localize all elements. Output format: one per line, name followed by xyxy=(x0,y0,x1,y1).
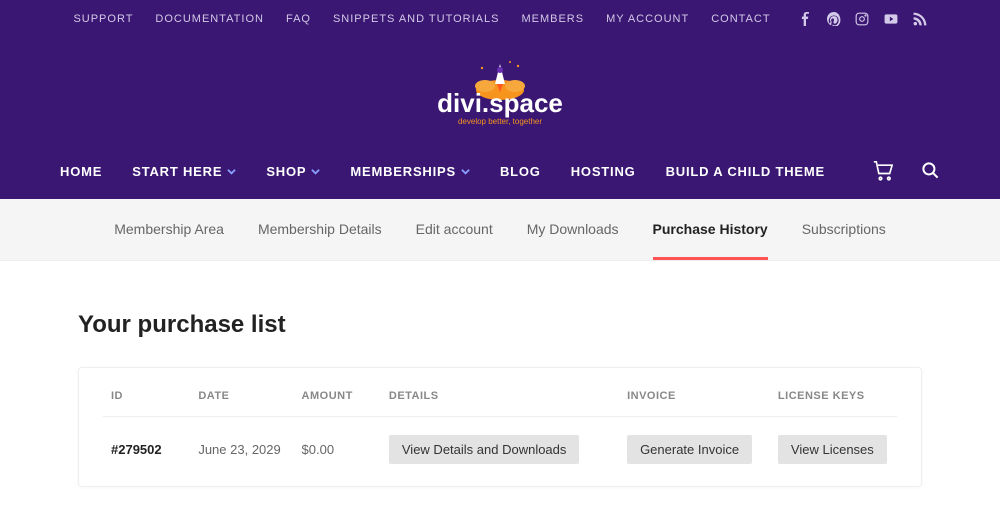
view-details-button[interactable]: View Details and Downloads xyxy=(389,435,580,464)
nav-build-child-theme[interactable]: BUILD A CHILD THEME xyxy=(666,164,825,179)
cell-amount: $0.00 xyxy=(294,417,381,487)
topbar-link-myaccount[interactable]: MY ACCOUNT xyxy=(606,13,689,25)
youtube-icon[interactable] xyxy=(883,12,899,26)
account-tabs: Membership Area Membership Details Edit … xyxy=(0,199,1000,261)
nav-memberships[interactable]: MEMBERSHIPS xyxy=(350,164,470,179)
page-title: Your purchase list xyxy=(78,311,922,339)
cell-invoice: Generate Invoice xyxy=(619,417,770,487)
topbar-link-support[interactable]: SUPPORT xyxy=(73,13,133,25)
cell-details: View Details and Downloads xyxy=(381,417,619,487)
nav-shop[interactable]: SHOP xyxy=(266,164,320,179)
cell-date: June 23, 2029 xyxy=(190,417,293,487)
cell-id: #279502 xyxy=(103,417,190,487)
topbar: SUPPORT DOCUMENTATION FAQ SNIPPETS AND T… xyxy=(0,0,1000,38)
chevron-down-icon xyxy=(461,167,470,176)
cart-icon[interactable] xyxy=(873,161,893,181)
table-header-row: ID DATE AMOUNT DETAILS INVOICE LICENSE K… xyxy=(103,368,897,417)
col-id: ID xyxy=(103,368,190,417)
col-date: DATE xyxy=(190,368,293,417)
instagram-icon[interactable] xyxy=(855,12,869,26)
col-license: LICENSE KEYS xyxy=(770,368,897,417)
nav-label: BUILD A CHILD THEME xyxy=(666,164,825,179)
table-row: #279502 June 23, 2029 $0.00 View Details… xyxy=(103,417,897,487)
logo[interactable]: divi.space develop better, together xyxy=(0,56,1000,145)
tab-membership-details[interactable]: Membership Details xyxy=(258,221,382,260)
social-icons xyxy=(799,12,927,26)
svg-text:divi.space: divi.space xyxy=(437,88,563,118)
tab-membership-area[interactable]: Membership Area xyxy=(114,221,224,260)
tab-my-downloads[interactable]: My Downloads xyxy=(527,221,619,260)
chevron-down-icon xyxy=(227,167,236,176)
search-icon[interactable] xyxy=(921,161,940,181)
nav-label: SHOP xyxy=(266,164,306,179)
view-licenses-button[interactable]: View Licenses xyxy=(778,435,887,464)
purchase-card: ID DATE AMOUNT DETAILS INVOICE LICENSE K… xyxy=(78,367,922,487)
nav-icons xyxy=(873,161,940,181)
rss-icon[interactable] xyxy=(913,12,927,26)
nav-blog[interactable]: BLOG xyxy=(500,164,541,179)
col-details: DETAILS xyxy=(381,368,619,417)
nav-hosting[interactable]: HOSTING xyxy=(571,164,636,179)
nav-start-here[interactable]: START HERE xyxy=(132,164,236,179)
content: Your purchase list ID DATE AMOUNT DETAIL… xyxy=(0,261,1000,527)
nav-label: BLOG xyxy=(500,164,541,179)
mainnav: HOME START HERE SHOP MEMBERSHIPS BLOG HO… xyxy=(0,145,1000,199)
nav-home[interactable]: HOME xyxy=(60,164,102,179)
tab-subscriptions[interactable]: Subscriptions xyxy=(802,221,886,260)
tab-purchase-history[interactable]: Purchase History xyxy=(653,221,768,260)
topbar-link-documentation[interactable]: DOCUMENTATION xyxy=(155,13,264,25)
generate-invoice-button[interactable]: Generate Invoice xyxy=(627,435,752,464)
nav-label: HOSTING xyxy=(571,164,636,179)
nav-label: MEMBERSHIPS xyxy=(350,164,456,179)
col-amount: AMOUNT xyxy=(294,368,381,417)
pinterest-icon[interactable] xyxy=(827,12,841,26)
topbar-link-snippets[interactable]: SNIPPETS AND TUTORIALS xyxy=(333,13,499,25)
facebook-icon[interactable] xyxy=(799,12,813,26)
chevron-down-icon xyxy=(311,167,320,176)
cell-license: View Licenses xyxy=(770,417,897,487)
tab-edit-account[interactable]: Edit account xyxy=(416,221,493,260)
nav-label: START HERE xyxy=(132,164,222,179)
topbar-link-faq[interactable]: FAQ xyxy=(286,13,311,25)
topbar-link-members[interactable]: MEMBERS xyxy=(521,13,584,25)
topbar-link-contact[interactable]: CONTACT xyxy=(711,13,770,25)
header: divi.space develop better, together HOME… xyxy=(0,38,1000,199)
purchase-table: ID DATE AMOUNT DETAILS INVOICE LICENSE K… xyxy=(103,368,897,486)
col-invoice: INVOICE xyxy=(619,368,770,417)
svg-text:develop better, together: develop better, together xyxy=(458,117,542,126)
nav-label: HOME xyxy=(60,164,102,179)
